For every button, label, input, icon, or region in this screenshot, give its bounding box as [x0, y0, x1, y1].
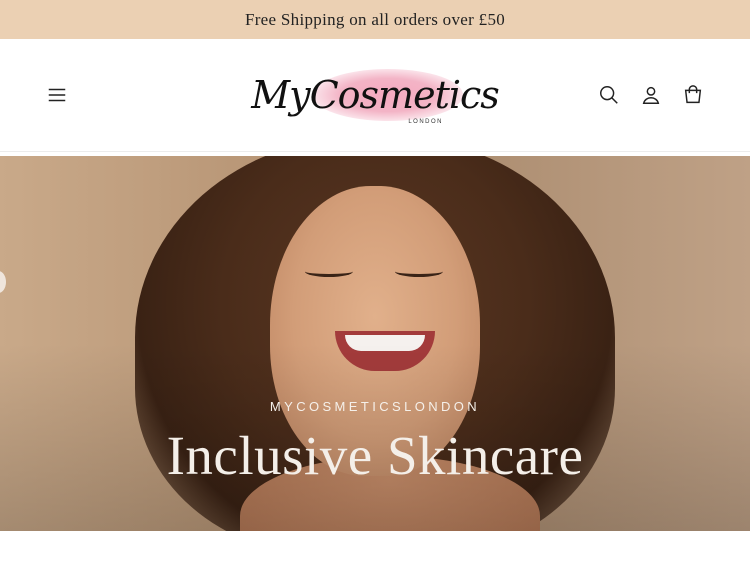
logo-subtext: LONDON [408, 119, 443, 125]
logo-text: MyCosmetics [251, 73, 500, 117]
header-actions [597, 83, 705, 107]
hero-banner[interactable]: MYCOSMETICSLONDON Inclusive Skincare [0, 156, 750, 531]
hero-heading: Inclusive Skincare [166, 425, 584, 486]
menu-icon[interactable] [45, 83, 69, 107]
account-icon[interactable] [639, 83, 663, 107]
cart-icon[interactable] [681, 83, 705, 107]
hero-subheading: MYCOSMETICSLONDON [269, 399, 481, 414]
announcement-bar: Free Shipping on all orders over £50 [0, 0, 750, 39]
search-icon[interactable] [597, 83, 621, 107]
site-header: MyCosmetics LONDON [0, 39, 750, 152]
announcement-text: Free Shipping on all orders over £50 [244, 9, 506, 29]
site-logo[interactable]: MyCosmetics LONDON [251, 59, 500, 131]
